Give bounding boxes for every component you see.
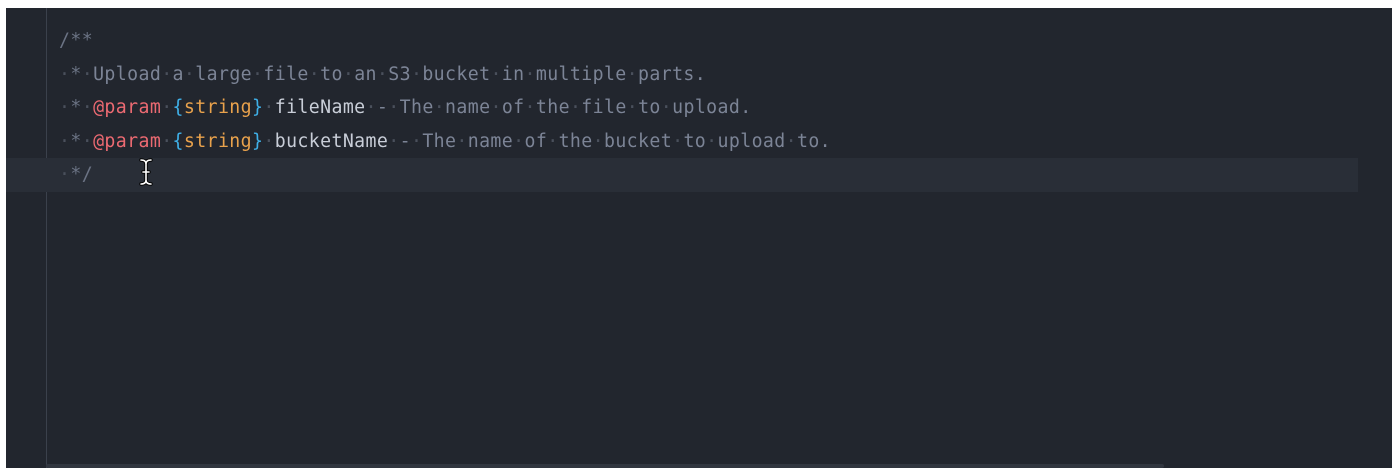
code-token: upload.: [672, 97, 752, 118]
code-token: bucket: [603, 130, 673, 152]
code-token: to: [683, 130, 707, 152]
code-token: *: [70, 97, 82, 118]
whitespace-marker: ·: [81, 63, 94, 85]
whitespace-marker: ·: [785, 130, 797, 152]
whitespace-marker: ·: [376, 63, 389, 85]
whitespace-marker: ·: [342, 63, 355, 85]
code-token: the: [558, 130, 593, 152]
code-token: a: [172, 63, 184, 85]
code-token: string: [183, 130, 253, 152]
code-line[interactable]: /**: [6, 24, 1392, 58]
code-token: @param: [93, 97, 162, 118]
whitespace-marker: ·: [706, 130, 718, 152]
horizontal-scrollbar[interactable]: [46, 464, 1164, 468]
code-token: file: [263, 63, 309, 85]
code-token: The: [422, 130, 457, 152]
code-token: {: [172, 97, 184, 118]
code-token: bucket: [422, 63, 491, 85]
code-line[interactable]: ·*·@param·{string}·fileName·-·The·name·o…: [6, 91, 1392, 125]
code-token: }: [252, 130, 264, 152]
whitespace-marker: ·: [410, 63, 423, 85]
code-token: }: [252, 97, 264, 118]
code-token: *: [70, 130, 82, 152]
code-token: bucketName: [274, 130, 389, 152]
whitespace-marker: ·: [308, 63, 321, 85]
code-line[interactable]: ·*·Upload·a·large·file·to·an·S3·bucket·i…: [6, 58, 1392, 92]
code-token: */: [70, 164, 94, 185]
code-token: name: [467, 130, 514, 152]
whitespace-marker: ·: [433, 97, 446, 118]
code-token: The: [399, 97, 434, 118]
whitespace-marker: ·: [59, 97, 71, 118]
whitespace-marker: ·: [626, 97, 639, 118]
whitespace-marker: ·: [59, 63, 71, 85]
code-token: {: [172, 130, 184, 152]
code-token: to: [638, 97, 661, 118]
whitespace-marker: ·: [524, 63, 536, 85]
whitespace-marker: ·: [626, 63, 639, 85]
code-token: to: [320, 63, 343, 85]
code-token: an: [354, 63, 377, 85]
whitespace-marker: ·: [263, 130, 275, 152]
code-token: name: [445, 97, 491, 118]
whitespace-marker: ·: [252, 63, 264, 85]
whitespace-marker: ·: [183, 63, 196, 85]
whitespace-marker: ·: [81, 97, 94, 118]
code-token: in: [501, 63, 525, 85]
whitespace-marker: ·: [569, 97, 582, 118]
code-token: large: [195, 63, 253, 85]
code-token: upload: [717, 130, 786, 152]
whitespace-marker: ·: [161, 63, 173, 85]
code-token: file: [581, 97, 627, 118]
whitespace-marker: ·: [490, 63, 502, 85]
code-token: to.: [796, 130, 832, 152]
whitespace-marker: ·: [490, 97, 502, 118]
whitespace-marker: ·: [592, 130, 604, 152]
whitespace-marker: ·: [388, 130, 400, 152]
whitespace-marker: ·: [410, 130, 423, 152]
whitespace-marker: ·: [524, 97, 536, 118]
code-editor[interactable]: /** ·*·Upload·a·large·file·to·an·S3·bucke…: [6, 8, 1392, 468]
code-token: multiple: [535, 63, 627, 85]
code-token: -: [399, 130, 411, 152]
code-token: Upload: [93, 63, 162, 85]
whitespace-marker: ·: [161, 97, 173, 118]
whitespace-marker: ·: [660, 97, 673, 118]
whitespace-marker: ·: [161, 130, 173, 152]
code-token: -: [376, 97, 389, 118]
whitespace-marker: ·: [263, 97, 275, 118]
i-beam-cursor-icon: [139, 158, 153, 186]
whitespace-marker: ·: [456, 130, 468, 152]
whitespace-marker: ·: [547, 130, 559, 152]
code-token: @param: [93, 130, 162, 152]
code-token: string: [183, 97, 253, 118]
code-line[interactable]: ·*·@param·{string}·bucketName·-·The·name…: [6, 125, 1392, 159]
code-token: fileName: [274, 97, 366, 118]
whitespace-marker: ·: [388, 97, 400, 118]
whitespace-marker: ·: [81, 130, 94, 152]
code-token: /**: [59, 30, 94, 51]
whitespace-marker: ·: [59, 164, 71, 185]
whitespace-marker: ·: [59, 130, 71, 152]
code-line-current[interactable]: ·*/: [6, 158, 1358, 192]
code-token: the: [535, 97, 570, 118]
whitespace-marker: ·: [365, 97, 377, 118]
code-token: *: [70, 63, 82, 85]
code-token: of: [501, 97, 525, 118]
code-token: parts.: [638, 63, 707, 85]
whitespace-marker: ·: [513, 130, 525, 152]
whitespace-marker: ·: [672, 130, 684, 152]
code-token: of: [524, 130, 548, 152]
code-area[interactable]: /** ·*·Upload·a·large·file·to·an·S3·bucke…: [6, 24, 1392, 192]
code-token: S3: [388, 63, 411, 85]
